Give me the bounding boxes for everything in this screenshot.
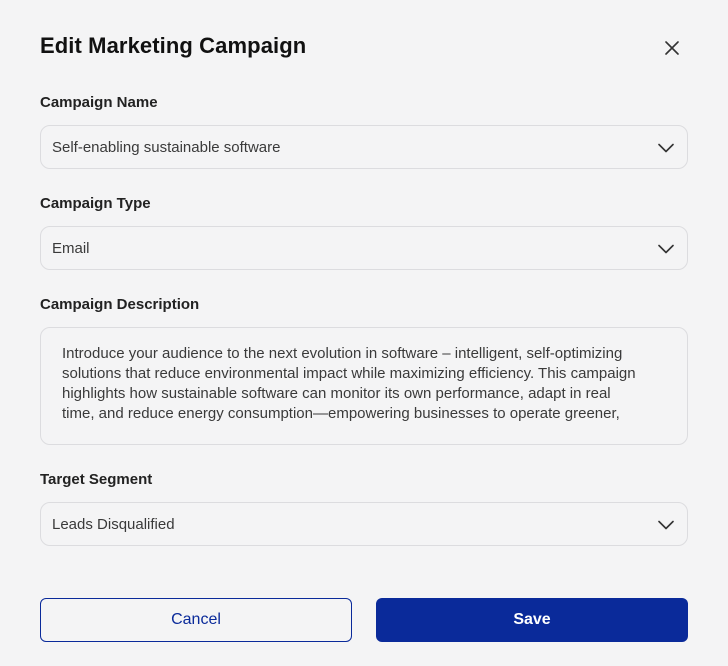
target-segment-select[interactable]: Leads Disqualified — [40, 502, 688, 546]
chevron-down-icon — [657, 139, 675, 157]
cancel-button[interactable]: Cancel — [40, 598, 352, 642]
campaign-type-select[interactable]: Email — [40, 226, 688, 270]
campaign-name-value: Self-enabling sustainable software — [52, 138, 281, 156]
modal-title: Edit Marketing Campaign — [40, 33, 307, 58]
save-button[interactable]: Save — [376, 598, 688, 642]
campaign-type-value: Email — [52, 239, 90, 257]
campaign-description-textarea[interactable]: Introduce your audience to the next evol… — [40, 327, 688, 445]
close-icon — [665, 41, 679, 55]
close-button[interactable] — [660, 36, 684, 60]
target-segment-label: Target Segment — [40, 471, 153, 488]
campaign-description-value: Introduce your audience to the next evol… — [62, 345, 636, 422]
campaign-name-label: Campaign Name — [40, 94, 158, 111]
target-segment-value: Leads Disqualified — [52, 515, 175, 533]
campaign-type-label: Campaign Type — [40, 195, 151, 212]
campaign-description-label: Campaign Description — [40, 296, 200, 313]
chevron-down-icon — [657, 516, 675, 534]
campaign-name-select[interactable]: Self-enabling sustainable software — [40, 125, 688, 169]
chevron-down-icon — [657, 240, 675, 258]
edit-campaign-modal: Edit Marketing Campaign Campaign Name Se… — [0, 0, 728, 666]
